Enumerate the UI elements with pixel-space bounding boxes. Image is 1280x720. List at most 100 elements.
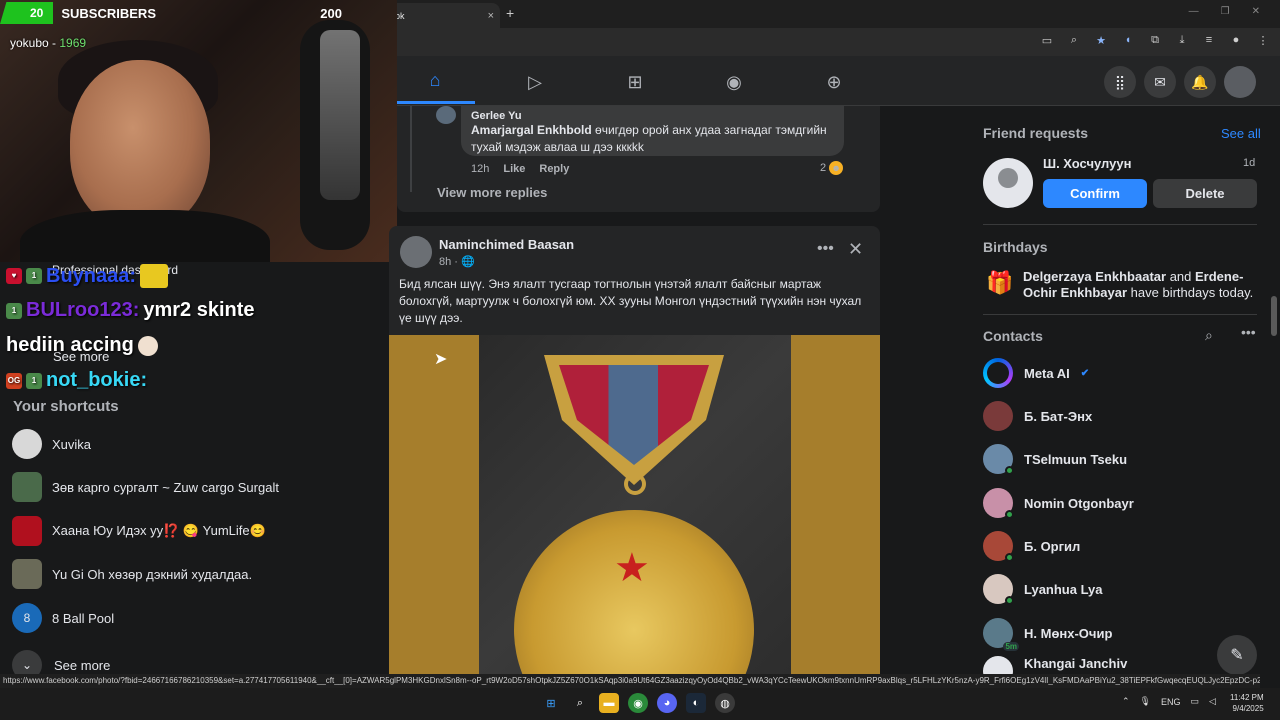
microphone-icon[interactable]: 🎙 xyxy=(1140,696,1151,707)
star-icon[interactable]: ★ xyxy=(1094,34,1108,47)
shortcut-label: Хаана Юу Идэх уу⁉️ 😋 YumLife😊 xyxy=(52,523,266,538)
shortcut-label: Xuvika xyxy=(52,436,92,452)
search-icon[interactable]: ⌕ xyxy=(1205,327,1213,344)
menu-grid-icon[interactable]: ⣿ xyxy=(1104,66,1136,98)
contact-name: TSelmuun Tseku xyxy=(1024,451,1128,467)
birthdays-title: Birthdays xyxy=(983,239,1048,255)
shortcut-item[interactable]: Зөв карго сургалт ~ Zuw cargo Surgalt xyxy=(12,470,392,504)
shortcut-item[interactable]: 8 8 Ball Pool xyxy=(12,601,392,635)
post-hide-icon[interactable]: ✕ xyxy=(848,239,863,260)
contact-name: Н. Мөнх-Очир xyxy=(1024,625,1113,641)
menu-icon[interactable]: ⋮ xyxy=(1256,34,1270,47)
shortcut-label: Yu Gi Oh хөзөр дэкний худалдаа. xyxy=(52,566,253,582)
nav-home-icon[interactable]: ⌂ xyxy=(395,60,475,104)
badge-icon: ♥ xyxy=(6,268,22,284)
zoom-icon[interactable]: ⌕ xyxy=(1067,34,1081,47)
see-all-link[interactable]: See all xyxy=(1221,126,1261,141)
shortcut-item[interactable]: Yu Gi Oh хөзөр дэкний худалдаа. xyxy=(12,557,392,591)
minimize-button[interactable]: — xyxy=(1189,6,1199,17)
post-photo[interactable]: ★ xyxy=(389,335,880,674)
friend-request-time: 1d xyxy=(1243,157,1256,169)
shortcut-item[interactable]: Хаана Юу Идэх уу⁉️ 😋 YumLife😊 xyxy=(12,514,392,548)
badge-icon: OG xyxy=(6,372,22,389)
contact-item[interactable]: Б. Оргил xyxy=(983,528,1263,564)
tray-chevron-icon[interactable]: ⌃ xyxy=(1122,696,1130,707)
audio-icon[interactable]: ◖ xyxy=(1121,34,1135,47)
reply-avatar[interactable] xyxy=(436,106,456,124)
verified-badge-icon: ✔ xyxy=(1080,367,1090,379)
discord-icon[interactable]: ◕ xyxy=(657,693,677,713)
reading-list-icon[interactable]: ≡ xyxy=(1202,34,1216,47)
chat-text: ymr2 skinte xyxy=(143,299,255,321)
chat-user: not_bokie: xyxy=(46,369,148,391)
contact-avatar xyxy=(983,488,1014,519)
download-icon[interactable]: ⤓ xyxy=(1175,34,1189,47)
contact-item[interactable]: Meta AI ✔ xyxy=(983,355,1263,391)
contact-item[interactable]: Lyanhua Lya xyxy=(983,571,1263,607)
obs-icon[interactable]: ◍ xyxy=(715,693,735,713)
birthdays-text[interactable]: Delgerzaya Enkhbaatar and Erdene-Ochir E… xyxy=(1023,269,1263,301)
haha-reaction-icon: ☻ xyxy=(829,161,844,175)
volume-icon[interactable]: ◁ xyxy=(1209,696,1216,707)
shortcut-item[interactable]: Xuvika xyxy=(12,427,392,461)
view-more-replies-link[interactable]: View more replies xyxy=(437,185,547,200)
scrollbar[interactable] xyxy=(1271,296,1277,336)
clock[interactable]: 11:42 PM 9/4/2025 xyxy=(1230,692,1264,714)
contact-item[interactable]: TSelmuun Tseku xyxy=(983,441,1263,477)
maximize-button[interactable]: ❐ xyxy=(1221,6,1230,17)
reply-time[interactable]: 12h xyxy=(471,163,489,175)
divider xyxy=(983,314,1257,315)
red-star-icon: ★ xyxy=(614,546,650,590)
medal-ring xyxy=(624,473,646,495)
reply-text: Amarjargal Enkhbold өчигдөр орой анх уда… xyxy=(471,123,827,154)
like-button[interactable]: Like xyxy=(503,163,525,175)
reaction-count[interactable]: 2 ☻ xyxy=(820,161,844,175)
sub-total: 200 xyxy=(320,5,342,21)
friend-request-avatar[interactable] xyxy=(983,158,1033,208)
taskbar-apps: ⊞ ⌕ ▬ ◉ ◕ ◐ ◍ xyxy=(541,693,735,713)
tab-close-icon[interactable]: × xyxy=(488,10,494,22)
steam-icon[interactable]: ◐ xyxy=(686,693,706,713)
start-icon[interactable]: ⊞ xyxy=(541,693,561,713)
reply-button[interactable]: Reply xyxy=(539,163,569,175)
contact-item[interactable]: Nomin Otgonbayr xyxy=(983,485,1263,521)
chrome-icon[interactable]: ◉ xyxy=(628,693,648,713)
contact-name: Б. Оргил xyxy=(1024,538,1081,554)
status-url: https://www.facebook.com/photo/?fbid=246… xyxy=(0,674,1260,688)
contact-avatar xyxy=(983,656,1013,674)
confirm-button[interactable]: Confirm xyxy=(1043,179,1147,208)
search-icon[interactable]: ⌕ xyxy=(570,693,590,713)
reply-author[interactable]: Gerlee Yu xyxy=(471,110,834,122)
file-explorer-icon[interactable]: ▬ xyxy=(599,693,619,713)
nav-groups-icon[interactable]: ◉ xyxy=(694,60,774,104)
post-author-avatar[interactable] xyxy=(400,236,432,268)
notifications-icon[interactable]: 🔔 xyxy=(1184,66,1216,98)
new-message-icon[interactable]: ✎ xyxy=(1217,635,1257,675)
post-options-icon[interactable]: ••• xyxy=(817,240,834,258)
nav-marketplace-icon[interactable]: ⊞ xyxy=(595,60,675,104)
friend-request-name[interactable]: Ш. Хосчулуун xyxy=(1043,156,1131,171)
browser-toolbar: ▭ ⌕ ★ ◖ ⧉ ⤓ ≡ ● ⋮ xyxy=(1040,34,1270,47)
network-icon[interactable]: ▭ xyxy=(1191,696,1200,707)
profile-icon[interactable]: ● xyxy=(1229,34,1243,47)
contact-name: Lyanhua Lya xyxy=(1024,581,1103,597)
contact-item[interactable]: Б. Бат-Энх xyxy=(983,398,1263,434)
more-options-icon[interactable]: ••• xyxy=(1241,324,1256,340)
messenger-icon[interactable]: ✉ xyxy=(1144,66,1176,98)
account-avatar-icon[interactable] xyxy=(1224,66,1256,98)
new-tab-button[interactable]: + xyxy=(506,5,514,21)
post-time[interactable]: 8h · 🌐 xyxy=(439,255,475,268)
reply-mention[interactable]: Amarjargal Enkhbold xyxy=(471,123,592,137)
nav-gaming-icon[interactable]: ⊕ xyxy=(794,60,874,104)
shortcut-label: Зөв карго сургалт ~ Zuw cargo Surgalt xyxy=(52,479,279,495)
extensions-icon[interactable]: ⧉ xyxy=(1148,34,1162,47)
chat-user: BULroo123: xyxy=(26,299,140,321)
chat-text: hediin accing xyxy=(6,334,134,356)
close-window-button[interactable]: ✕ xyxy=(1252,6,1260,17)
mouse-cursor-icon: ➤ xyxy=(434,351,448,368)
cast-icon[interactable]: ▭ xyxy=(1040,34,1054,47)
post-author[interactable]: Naminchimed Baasan xyxy=(439,237,574,252)
language-indicator[interactable]: ENG xyxy=(1161,697,1181,707)
nav-video-icon[interactable]: ▷ xyxy=(495,60,575,104)
delete-button[interactable]: Delete xyxy=(1153,179,1257,208)
